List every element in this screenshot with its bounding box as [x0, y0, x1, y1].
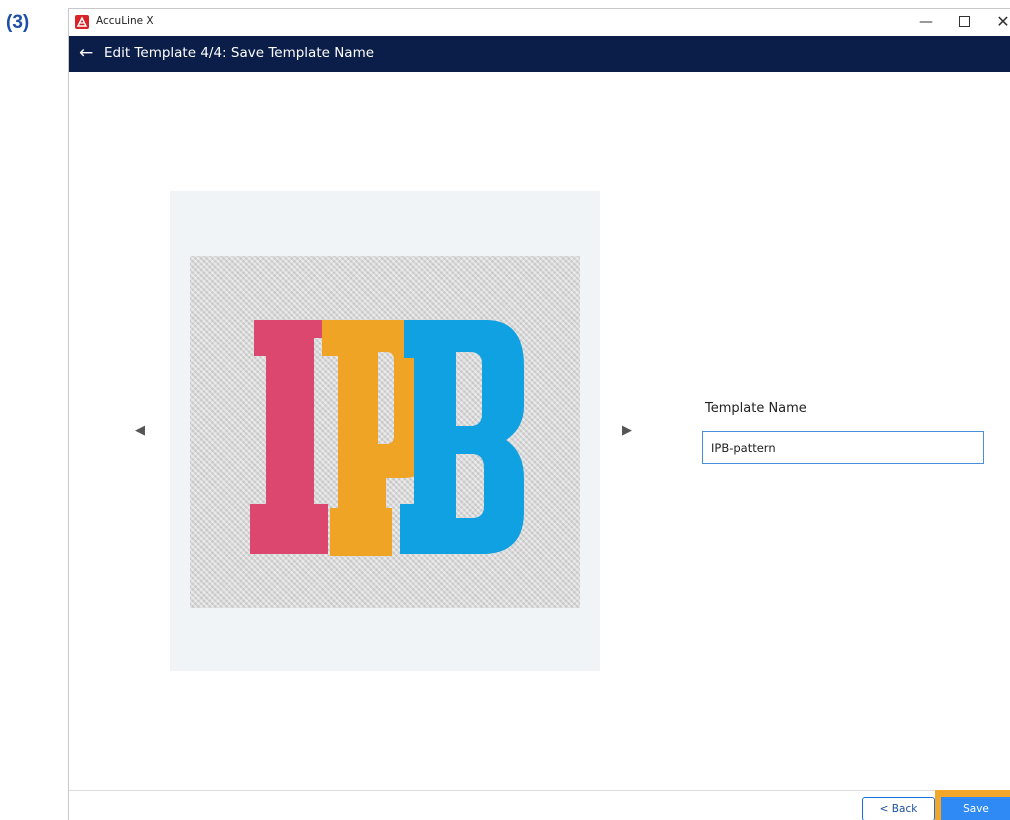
- next-arrow-icon[interactable]: ▶: [622, 424, 632, 438]
- template-image: [190, 256, 580, 608]
- step-label: (3): [6, 12, 30, 33]
- back-button[interactable]: < Back: [862, 797, 935, 820]
- page-title: Edit Template 4/4: Save Template Name: [104, 45, 375, 61]
- app-title: AccuLine X: [96, 15, 154, 27]
- template-name-input[interactable]: [702, 431, 984, 464]
- letter-b-shape: [400, 320, 524, 554]
- app-window: AccuLine X — ✕ ← Edit Template 4/4: Save…: [68, 8, 1010, 820]
- app-logo-icon: [75, 15, 89, 29]
- template-preview-panel: [170, 191, 600, 671]
- title-bar: AccuLine X — ✕: [69, 9, 1010, 36]
- template-name-label: Template Name: [705, 401, 807, 416]
- close-button[interactable]: ✕: [991, 12, 1010, 32]
- previous-arrow-icon[interactable]: ◀: [135, 424, 145, 438]
- save-button[interactable]: Save: [941, 797, 1010, 820]
- header-bar: ← Edit Template 4/4: Save Template Name: [69, 36, 1010, 72]
- maximize-button[interactable]: [952, 12, 976, 32]
- back-arrow-icon[interactable]: ←: [79, 43, 93, 63]
- minimize-button[interactable]: —: [914, 12, 938, 32]
- letter-i-shape: [250, 320, 328, 554]
- maximize-icon: [958, 16, 970, 27]
- footer-divider: [69, 790, 1010, 791]
